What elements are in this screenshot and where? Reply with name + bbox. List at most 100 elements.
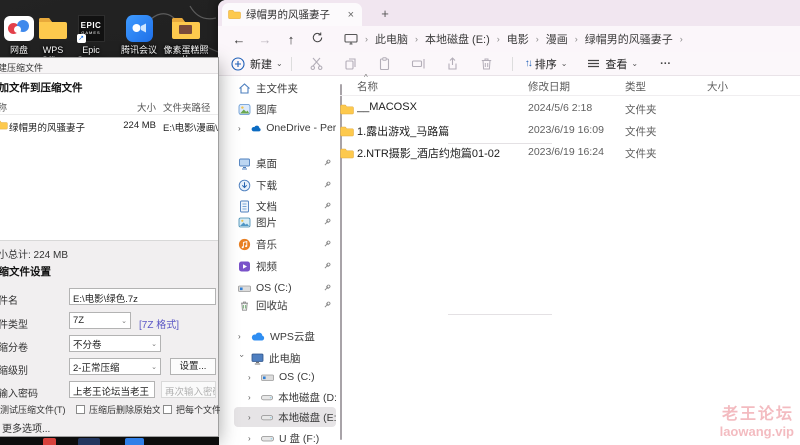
chevron-right-icon[interactable]: › <box>248 373 256 382</box>
paste-icon[interactable] <box>377 56 393 72</box>
breadcrumb-item-comics[interactable]: 漫画 <box>546 31 568 47</box>
file-date: 2023/6/19 16:09 <box>528 124 604 136</box>
sort-button[interactable]: ↑↓ 排序 ⌄ <box>525 56 568 72</box>
taskbar-app-icon[interactable] <box>43 438 56 445</box>
chevron-right-icon[interactable]: › <box>248 434 256 443</box>
settings-button[interactable]: 设置... <box>170 358 216 375</box>
sidebar-item-wps-cloud[interactable]: › WPS云盘 <box>224 326 336 346</box>
dialog-file-row[interactable]: 绿帽男的风骚妻子 224 MB E:\电影\漫画\绿帽男的风骚妻子 <box>0 118 218 134</box>
cut-icon[interactable] <box>309 56 325 72</box>
breadcrumb-item-current-folder[interactable]: 绿帽男的风骚妻子 <box>585 31 673 47</box>
more-icon: ··· <box>660 57 672 70</box>
file-row[interactable]: 1.露出游戏_马路篇 2023/6/19 16:09 文件夹 <box>340 120 780 141</box>
desktop-icon-tencent-meeting[interactable]: 腾讯会议 <box>116 14 162 55</box>
taskbar-app-icon[interactable] <box>78 438 100 445</box>
delete-after-checkbox[interactable]: 压缩后删除原始文件 <box>76 403 160 416</box>
tab-title: 绿帽男的风骚妻子 <box>246 9 330 21</box>
password-confirm-input[interactable]: 再次输入密码 <box>161 381 216 398</box>
new-button[interactable]: 新建 ⌄ <box>230 56 283 72</box>
taskbar[interactable] <box>0 437 219 445</box>
sidebar-item-home[interactable]: 主文件夹 <box>224 78 336 98</box>
new-button-label: 新建 <box>250 58 272 71</box>
password-label: 请输入密码 <box>0 389 38 400</box>
format-link[interactable]: [7Z 格式] <box>139 316 179 331</box>
archive-settings-section-title: 压缩文件设置 <box>0 266 51 278</box>
sidebar-item-desktop[interactable]: 桌面 <box>224 153 336 173</box>
folder-icon <box>171 14 201 42</box>
file-explorer-window: 绿帽男的风骚妻子 × + ← → ↑ › 此电脑 › 本地磁盘 (E:) › 电… <box>218 0 800 445</box>
breadcrumb-item-this-pc[interactable]: 此电脑 <box>375 31 408 47</box>
up-button[interactable]: ↑ <box>278 32 304 47</box>
sidebar-item-music[interactable]: 音乐 <box>224 234 336 254</box>
chevron-down-icon[interactable]: › <box>238 354 247 362</box>
forward-button[interactable]: → <box>252 32 278 47</box>
filename-input[interactable]: E:\电影\绿色.7z <box>69 288 216 305</box>
new-tab-button[interactable]: + <box>376 5 394 23</box>
sidebar-item-drive-f[interactable]: › U 盘 (F:) <box>234 428 336 445</box>
taskbar-app-icon[interactable] <box>125 438 144 445</box>
column-header-type[interactable]: 类型 <box>625 79 646 94</box>
rename-icon[interactable] <box>411 56 427 72</box>
sidebar-item-label: 图库 <box>256 103 277 116</box>
sidebar-item-label: OneDrive - Personal <box>266 122 336 134</box>
sidebar-item-videos[interactable]: 视频 <box>224 256 336 276</box>
chevron-right-icon[interactable]: › <box>248 393 256 402</box>
this-pc-icon <box>344 33 358 45</box>
sidebar-item-label: 音乐 <box>256 238 277 251</box>
view-icon <box>585 56 601 72</box>
view-button[interactable]: 查看 ⌄ <box>585 56 638 72</box>
add-files-section-title: 添加文件到压缩文件 <box>0 82 83 94</box>
breadcrumb-item-movies[interactable]: 电影 <box>507 31 529 47</box>
password-input[interactable]: 上老王论坛当老王 <box>69 381 155 398</box>
file-row[interactable]: 2.NTR摄影_酒店约炮篇01-02 2023/6/19 16:24 文件夹 <box>340 142 780 163</box>
breadcrumb-item-drive-e[interactable]: 本地磁盘 (E:) <box>425 31 490 47</box>
sidebar-item-pictures[interactable]: 图片 <box>224 212 336 232</box>
folder-icon <box>228 10 241 19</box>
pictures-icon <box>238 217 251 227</box>
chevron-right-icon[interactable]: › <box>238 332 246 341</box>
copy-icon[interactable] <box>343 56 359 72</box>
chevron-right-icon[interactable]: › <box>248 413 256 422</box>
test-archive-checkbox[interactable]: 测试压缩文件(T) <box>0 403 73 416</box>
sidebar-divider <box>448 314 552 315</box>
volume-label: 压缩分卷 <box>0 343 28 354</box>
sidebar-item-recycle-bin[interactable]: 回收站 <box>224 295 336 315</box>
sidebar-item-this-pc[interactable]: › 此电脑 <box>224 348 336 368</box>
delete-icon[interactable] <box>479 56 495 72</box>
explorer-active-tab[interactable]: 绿帽男的风骚妻子 × <box>222 3 362 26</box>
sidebar-item-label: 视频 <box>256 260 277 273</box>
refresh-button[interactable] <box>304 31 330 47</box>
column-header-size[interactable]: 大小 <box>707 79 728 94</box>
more-options-link[interactable]: 更多选项... <box>2 420 50 435</box>
gallery-icon <box>238 103 251 115</box>
separate-archives-checkbox[interactable]: 把每个文件/ <box>163 403 220 416</box>
tab-close-icon[interactable]: × <box>346 9 356 21</box>
file-type: 文件夹 <box>625 148 657 160</box>
sidebar-item-drive-e[interactable]: › 本地磁盘 (E:) <box>234 407 336 427</box>
total-size-label: 大小总计: 224 MB <box>0 250 69 261</box>
column-header-date[interactable]: 修改日期 <box>528 79 570 94</box>
sidebar-item-downloads[interactable]: 下载 <box>224 175 336 195</box>
sidebar-item-drive-d[interactable]: › 本地磁盘 (D:) <box>234 387 336 407</box>
video-icon <box>239 261 250 271</box>
desktop-icon <box>239 158 250 169</box>
breadcrumb-separator: › <box>365 34 368 44</box>
more-options-button[interactable]: ··· <box>660 58 671 70</box>
sidebar-item-drive-c[interactable]: › OS (C:) <box>234 367 336 387</box>
chevron-right-icon[interactable]: › <box>238 124 246 133</box>
pin-icon <box>324 218 331 225</box>
desktop-icon-label: 腾讯会议 <box>120 45 157 55</box>
sidebar-item-gallery[interactable]: 图库 <box>224 99 336 119</box>
level-select[interactable]: 2-正常压缩 ⌄ <box>69 358 161 375</box>
back-button[interactable]: ← <box>226 32 252 47</box>
column-header-name[interactable]: 名称 <box>357 79 378 94</box>
file-row[interactable]: __MACOSX 2024/5/6 2:18 文件夹 <box>340 98 780 119</box>
volume-select[interactable]: 不分卷 ⌄ <box>69 335 161 352</box>
share-icon[interactable] <box>445 56 461 72</box>
breadcrumb-separator: › <box>415 34 418 44</box>
filetype-select[interactable]: 7Z ⌄ <box>69 312 131 329</box>
sidebar-item-onedrive[interactable]: › OneDrive - Personal <box>224 118 336 138</box>
sort-icon: ↑↓ <box>524 58 533 69</box>
epic-games-icon: EPIC GAMES ↗ <box>76 14 106 43</box>
dialog-title-bar[interactable]: 新建压缩文件 <box>0 58 218 74</box>
